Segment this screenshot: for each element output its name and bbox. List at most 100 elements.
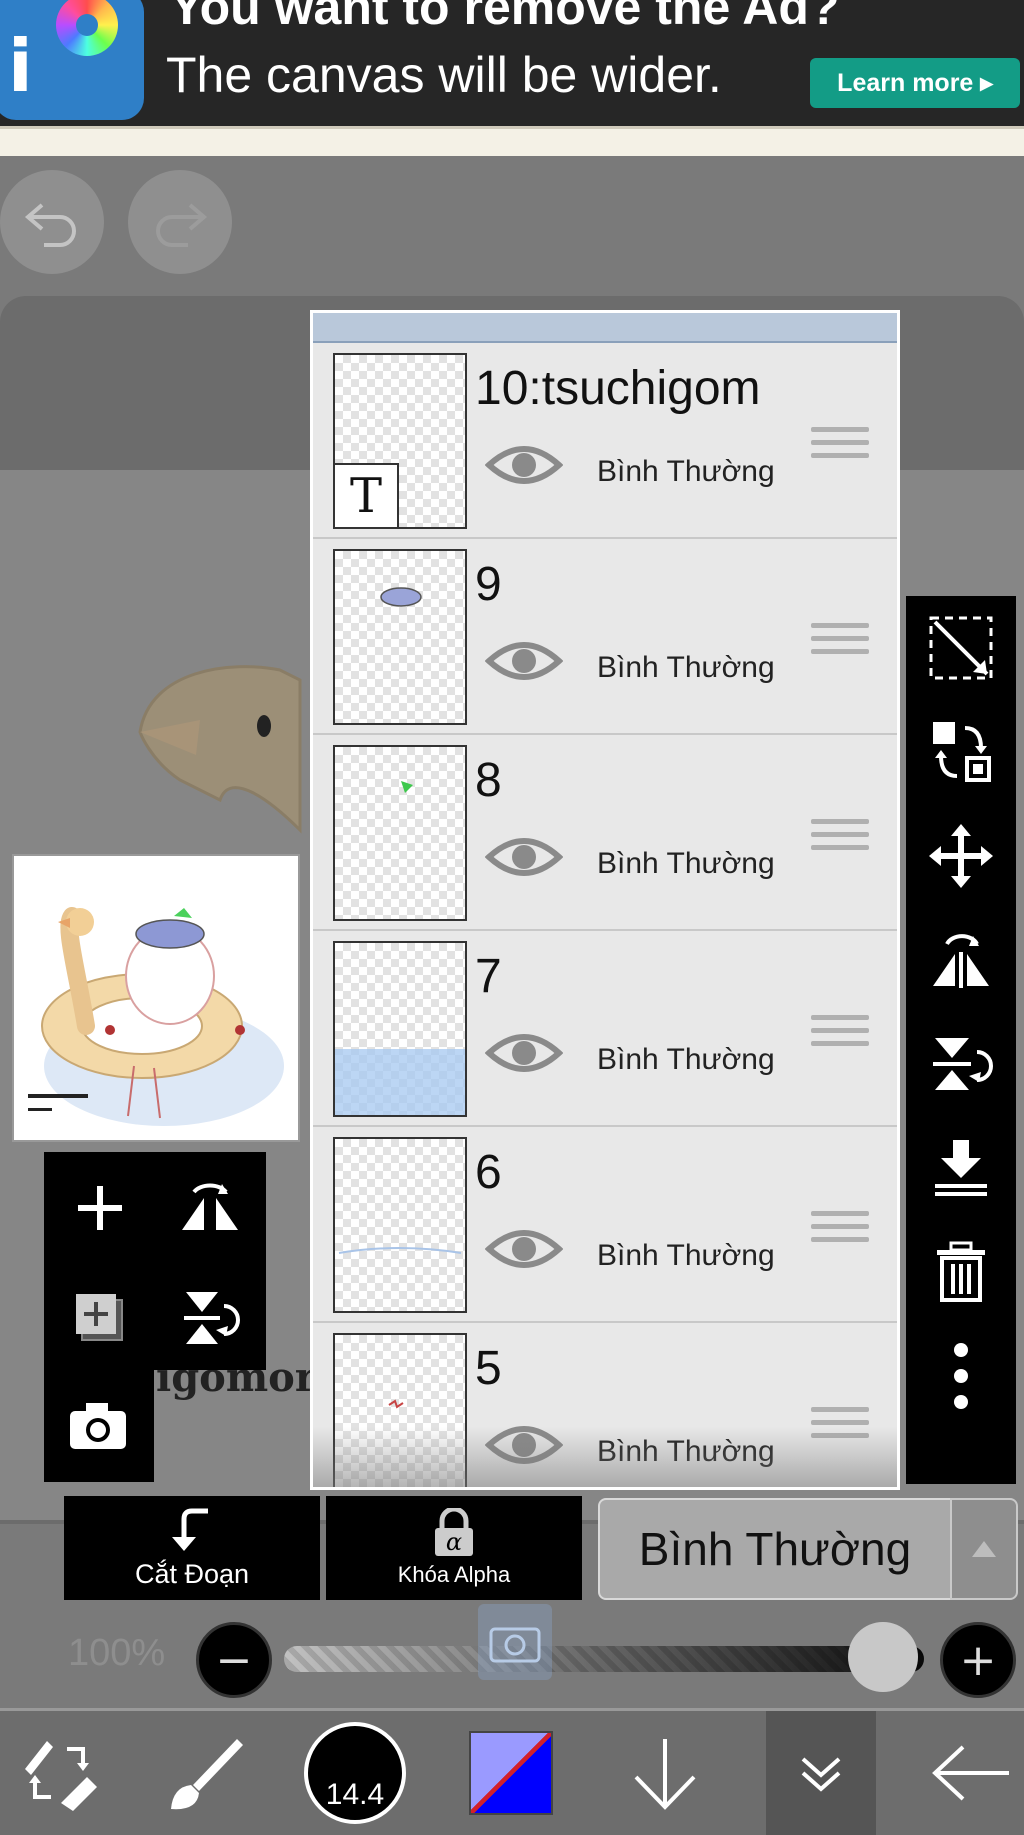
more-options-button[interactable] bbox=[906, 1324, 1016, 1428]
layer-name: 10:tsuchigom bbox=[475, 362, 761, 415]
arrow-left-icon bbox=[932, 1745, 1009, 1801]
visibility-eye-icon[interactable] bbox=[485, 439, 563, 491]
alpha-lock-button[interactable]: α Khóa Alpha bbox=[326, 1496, 582, 1600]
camera-button[interactable] bbox=[48, 1376, 148, 1476]
layer-content-preview bbox=[338, 1247, 462, 1254]
transform-icon bbox=[933, 722, 991, 782]
ad-banner[interactable]: i You want to remove the Ad? The canvas … bbox=[0, 0, 1024, 126]
layer-blend-mode: Bình Thường bbox=[597, 1239, 775, 1272]
brush-tool-button[interactable] bbox=[150, 1711, 260, 1835]
drag-handle-icon[interactable] bbox=[811, 819, 869, 858]
top-toolbar bbox=[0, 156, 1024, 296]
flip-horizontal-canvas-button[interactable] bbox=[906, 908, 1016, 1012]
layer-row[interactable]: 5 Bình Thường bbox=[313, 1323, 897, 1487]
visibility-eye-icon[interactable] bbox=[485, 831, 563, 883]
layer-blend-mode: Bình Thường bbox=[597, 1435, 775, 1468]
double-chevron-down-icon bbox=[801, 1757, 841, 1792]
layer-name: 7 bbox=[475, 950, 502, 1003]
layer-blend-mode: Bình Thường bbox=[597, 455, 775, 488]
color-picker-button[interactable] bbox=[456, 1711, 566, 1835]
layer-thumbnail bbox=[333, 1333, 467, 1487]
opacity-increase-button[interactable]: + bbox=[940, 1622, 1016, 1698]
ad-divider bbox=[0, 126, 1024, 159]
layer-name: 9 bbox=[475, 558, 502, 611]
drag-handle-icon[interactable] bbox=[811, 1015, 869, 1054]
drag-handle-icon[interactable] bbox=[811, 1211, 869, 1250]
clipping-label: Cắt Đoạn bbox=[134, 1558, 250, 1589]
color-swatch bbox=[469, 1731, 553, 1815]
trash-icon bbox=[937, 1241, 985, 1302]
camera-overlay-icon[interactable] bbox=[478, 1604, 552, 1680]
visibility-eye-icon[interactable] bbox=[485, 1223, 563, 1275]
move-icon bbox=[929, 824, 993, 888]
drag-handle-icon[interactable] bbox=[811, 623, 869, 662]
right-tools-panel bbox=[906, 596, 1016, 1484]
layer-name: 6 bbox=[475, 1146, 502, 1199]
selection-button[interactable] bbox=[906, 596, 1016, 700]
text-layer-icon: T bbox=[335, 463, 399, 527]
drag-handle-icon[interactable] bbox=[811, 427, 869, 466]
duplicate-layer-button[interactable] bbox=[50, 1268, 150, 1368]
layer-row[interactable]: T 10:tsuchigom Bình Thường bbox=[313, 343, 897, 540]
add-layer-button[interactable] bbox=[50, 1158, 150, 1258]
flip-vertical-icon bbox=[933, 1038, 993, 1090]
flip-vertical-canvas-button[interactable] bbox=[906, 1012, 1016, 1116]
visibility-eye-icon[interactable] bbox=[485, 635, 563, 687]
layer-row[interactable]: 6 Bình Thường bbox=[313, 1127, 897, 1324]
opacity-row: 100% − + bbox=[0, 1604, 1024, 1704]
flip-horizontal-button[interactable] bbox=[160, 1158, 260, 1258]
ad-subtitle: The canvas will be wider. bbox=[166, 47, 722, 103]
merge-down-button[interactable] bbox=[906, 1116, 1016, 1220]
triangle-up-icon bbox=[972, 1541, 996, 1557]
opacity-slider[interactable] bbox=[284, 1646, 924, 1672]
ad-title: You want to remove the Ad? bbox=[170, 0, 840, 35]
layer-content-preview bbox=[401, 781, 413, 793]
layer-row[interactable]: 8 Bình Thường bbox=[313, 735, 897, 932]
transform-button[interactable] bbox=[906, 700, 1016, 804]
drag-handle-icon[interactable] bbox=[811, 1407, 869, 1446]
blend-mode-dropdown-button[interactable] bbox=[950, 1498, 1018, 1600]
layer-name: 8 bbox=[475, 754, 502, 807]
camera-panel bbox=[44, 1370, 154, 1482]
clipping-button[interactable]: Cắt Đoạn bbox=[64, 1496, 320, 1600]
brush-size-button[interactable]: 14.4 bbox=[300, 1711, 410, 1835]
undo-icon bbox=[24, 203, 76, 247]
layer-thumbnail bbox=[333, 549, 467, 725]
layer-content-preview bbox=[388, 1399, 404, 1409]
layer-thumbnail: T bbox=[333, 353, 467, 529]
layers-button[interactable] bbox=[766, 1711, 876, 1835]
opacity-decrease-button[interactable]: − bbox=[196, 1622, 272, 1698]
learn-more-button[interactable]: Learn more ▸ bbox=[810, 58, 1020, 108]
merge-down-icon bbox=[935, 1140, 987, 1196]
visibility-eye-icon[interactable] bbox=[485, 1027, 563, 1079]
back-button[interactable] bbox=[914, 1711, 1024, 1835]
brush-eraser-swap-icon bbox=[25, 1741, 97, 1811]
layer-row[interactable]: 9 Bình Thường bbox=[313, 539, 897, 736]
color-wheel-icon bbox=[56, 0, 118, 56]
layer-content-preview bbox=[335, 1049, 465, 1115]
layers-panel[interactable]: T 10:tsuchigom Bình Thường 9 Bình Thường… bbox=[310, 310, 900, 1490]
layer-down-button[interactable] bbox=[610, 1711, 720, 1835]
flip-vertical-icon bbox=[184, 1292, 240, 1344]
delete-layer-button[interactable] bbox=[906, 1220, 1016, 1324]
opacity-slider-knob[interactable] bbox=[848, 1622, 918, 1692]
layer-name: 5 bbox=[475, 1342, 502, 1395]
redo-button[interactable] bbox=[128, 170, 232, 274]
flip-vertical-button[interactable] bbox=[160, 1268, 260, 1368]
artwork-preview[interactable] bbox=[12, 854, 300, 1142]
layer-thumbnail bbox=[333, 941, 467, 1117]
layer-row[interactable]: 7 Bình Thường bbox=[313, 931, 897, 1128]
layer-row-partial[interactable] bbox=[313, 313, 897, 343]
more-vertical-icon bbox=[954, 1343, 968, 1409]
blend-mode-select[interactable]: Bình Thường bbox=[598, 1498, 952, 1600]
move-button[interactable] bbox=[906, 804, 1016, 908]
selection-icon bbox=[929, 616, 993, 680]
undo-button[interactable] bbox=[0, 170, 104, 274]
flip-horizontal-icon bbox=[933, 934, 989, 988]
tool-switch-button[interactable] bbox=[4, 1711, 114, 1835]
copy-layer-icon bbox=[76, 1294, 123, 1341]
layer-blend-mode: Bình Thường bbox=[597, 847, 775, 880]
layer-thumbnail bbox=[333, 745, 467, 921]
visibility-eye-icon[interactable] bbox=[485, 1419, 563, 1471]
layer-content-preview bbox=[380, 587, 422, 607]
